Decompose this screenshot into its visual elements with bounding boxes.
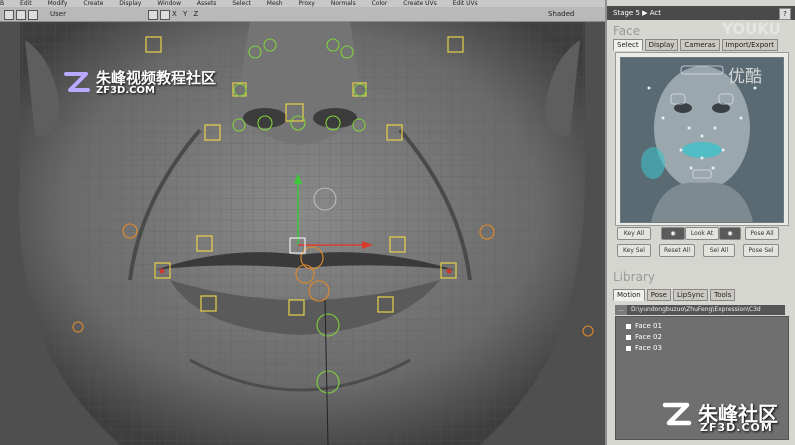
eye-icon[interactable] [160,10,170,20]
list-item[interactable]: Face 01 [626,321,662,331]
viewport-button[interactable] [4,10,14,20]
list-item[interactable]: Face 02 [626,332,662,342]
menu-item[interactable]: Modify [48,0,68,7]
face-section-heading: Face [613,24,641,38]
face-animation-panel: Stage 5 ▶ Act ? Face Select Display Came… [605,0,795,445]
list-item[interactable]: Face 03 [626,343,662,353]
viewport-button[interactable] [16,10,26,20]
sel-all-button[interactable]: Sel All [703,244,735,257]
library-section-heading: Library [613,270,655,284]
tab-select[interactable]: Select [613,39,643,51]
file-icon [626,334,631,340]
youku-watermark-cn: 优酷 [728,67,762,87]
tab-display[interactable]: Display [644,39,679,51]
file-icon [626,345,631,351]
tab-import-export[interactable]: Import/Export [721,39,779,51]
list-item-label: Face 03 [635,344,662,352]
menu-item[interactable]: Assets [197,0,217,7]
pose-all-button[interactable]: Pose All [745,227,779,240]
pose-sel-button[interactable]: Pose Sel [743,244,779,257]
menu-item[interactable]: Normals [331,0,356,7]
panel-title-bar: Stage 5 ▶ Act ? [607,6,795,20]
eye-icon[interactable]: ◉ [719,227,741,240]
tab-pose[interactable]: Pose [646,289,671,301]
breadcrumb[interactable]: Stage 5 ▶ Act [613,6,661,20]
menu-item[interactable]: Create [83,0,103,7]
menu-bar[interactable]: B Edit Modify Create Display Window Asse… [0,0,605,7]
youku-watermark: YOUKU [722,20,781,38]
tab-lipsync[interactable]: LipSync [672,289,709,301]
list-item-label: Face 01 [635,322,662,330]
menu-item[interactable]: Create UVs [403,0,436,7]
shading-mode[interactable]: Shaded [548,7,574,21]
tab-motion[interactable]: Motion [613,289,645,301]
face-tabs: Select Display Cameras Import/Export [613,39,779,51]
library-path-text: D:\yundongbuzuo\ZhuFeng\Expression\C3d [631,306,761,313]
menu-item[interactable]: Color [372,0,388,7]
zf3d-logo-icon [64,72,90,92]
tab-tools[interactable]: Tools [710,289,736,301]
help-button[interactable]: ? [779,8,791,20]
key-sel-button[interactable]: Key Sel [617,244,651,257]
file-icon [626,323,631,329]
key-all-button[interactable]: Key All [617,227,651,240]
red-joint-marker[interactable] [446,268,452,274]
menu-item[interactable]: Mesh [267,0,283,7]
watermark-url: ZF3D.COM [96,85,155,96]
menu-item[interactable]: B [0,0,4,7]
bottom-watermark-url: ZF3D.COM [700,421,773,434]
library-tabs: Motion Pose LipSync Tools [613,289,736,301]
tab-cameras[interactable]: Cameras [680,39,720,51]
menu-item[interactable]: Window [157,0,181,7]
eye-icon[interactable]: ◉ [661,227,685,240]
view-button[interactable] [148,10,158,20]
axis-label: X Y Z [172,10,201,18]
look-at-button[interactable]: Look At [685,227,719,240]
library-path-field[interactable]: ... D:\yundongbuzuo\ZhuFeng\Expression\C3… [615,305,785,315]
menu-item[interactable]: Proxy [299,0,315,7]
menu-item[interactable]: Edit UVs [453,0,478,7]
3d-viewport[interactable]: B Edit Modify Create Display Window Asse… [0,0,605,445]
menu-item[interactable]: Edit [20,0,32,7]
face-mesh-scene[interactable] [0,0,605,445]
face-picker-frame [615,52,789,226]
list-item-label: Face 02 [635,333,662,341]
red-joint-marker[interactable] [159,268,165,274]
menu-item[interactable]: Select [232,0,251,7]
viewport-toolbar: User X Y Z Shaded [0,7,605,22]
camera-dropdown[interactable]: User [50,7,66,21]
menu-item[interactable]: Display [119,0,141,7]
browse-button[interactable]: ... [615,305,627,315]
viewport-button[interactable] [28,10,38,20]
zf3d-logo-icon [662,402,692,426]
reset-all-button[interactable]: Reset All [659,244,695,257]
